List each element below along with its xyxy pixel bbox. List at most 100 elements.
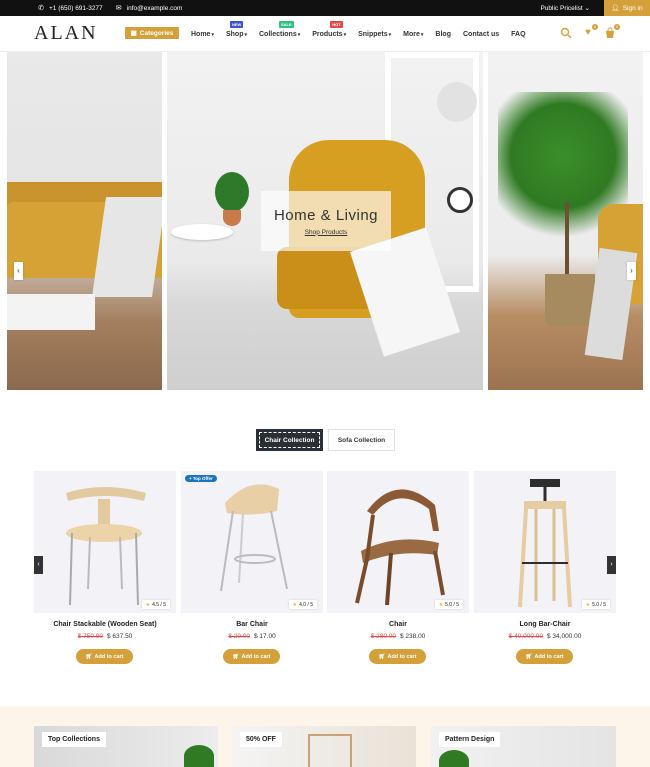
top-bar: ✆ +1 (650) 691-3277 ✉ info@example.com P… — [0, 0, 650, 16]
nav-item-home[interactable]: Home▾ — [191, 31, 214, 38]
cart-count: 0 — [614, 24, 620, 30]
main-nav: Home▾ NEW Shop▾ SALE Collections▾ HOT Produ… — [191, 16, 538, 52]
product-image[interactable]: ★ 4.5 / 5 — [34, 471, 176, 613]
product-card[interactable]: + Top Offer ★ 4.0 / 5 Bar Chair $ 20.00 $ … — [181, 471, 323, 671]
new-badge: NEW — [229, 20, 244, 28]
rating-value: 5.0 / 5 — [592, 601, 606, 608]
pricelist-dropdown[interactable]: Public Pricelist ⌄ — [540, 4, 590, 12]
nav-label: FAQ — [511, 30, 526, 38]
product-card[interactable]: ★ 5.0 / 5 Chair $ 280.00 $ 238.00 🛒︎ Add to… — [327, 471, 469, 671]
hero-slide-left-image — [7, 52, 162, 390]
banner-label: Pattern Design — [439, 732, 501, 747]
logo[interactable]: ALAN — [34, 22, 98, 45]
chevron-left-icon[interactable]: ‹ — [34, 556, 43, 574]
tab-chair-collection[interactable]: Chair Collection — [256, 429, 323, 451]
lamp-shape — [437, 82, 477, 122]
email-icon: ✉ — [115, 5, 122, 12]
rating-badge: ★ 4.5 / 5 — [141, 600, 170, 609]
hero-slide-right-image — [488, 52, 643, 390]
chevron-right-icon[interactable]: › — [607, 556, 616, 574]
user-icon: 👤︎ — [611, 5, 620, 12]
shop-products-link[interactable]: Shop Products — [305, 229, 348, 236]
nav-item-products[interactable]: HOT Products▾ — [312, 20, 347, 38]
phone-icon: ✆ — [38, 5, 44, 12]
banner-pattern-design[interactable]: Pattern Design — [431, 726, 616, 767]
chevron-down-icon: ▾ — [420, 31, 424, 38]
chair-stackable-illustration — [66, 487, 146, 606]
nav-label: Snippets — [358, 30, 388, 38]
product-prices: $ 750.00 $ 637.50 — [34, 633, 176, 640]
email-address[interactable]: info@example.com — [127, 5, 183, 12]
product-name[interactable]: Chair — [327, 621, 469, 628]
clock-shape — [447, 187, 473, 213]
add-to-cart-button[interactable]: 🛒︎ Add to cart — [76, 649, 133, 664]
banner-top-collections[interactable]: Top Collections — [34, 726, 218, 767]
nav-item-more[interactable]: More▾ — [403, 31, 423, 38]
nav-item-faq[interactable]: FAQ — [511, 31, 525, 38]
star-icon: ★ — [145, 601, 151, 608]
chevron-down-icon: ⌄ — [584, 5, 590, 12]
banner-50-off[interactable]: 50% OFF — [232, 726, 416, 767]
plant-pot-shape — [223, 210, 241, 226]
cart-icon[interactable]: 0 — [604, 24, 620, 39]
nav-item-snippets[interactable]: Snippets▾ — [358, 31, 391, 38]
top-offer-badge: + Top Offer — [185, 475, 217, 482]
side-table-shape — [171, 224, 233, 240]
add-to-cart-button[interactable]: 🛒︎ Add to cart — [223, 649, 280, 664]
chevron-down-icon: ▾ — [343, 31, 347, 38]
chevron-left-icon[interactable]: ‹ — [14, 262, 23, 280]
nav-label: Blog — [435, 30, 451, 38]
plant-shape — [184, 745, 214, 767]
categories-label: Categories — [139, 29, 174, 37]
product-name[interactable]: Long Bar-Chair — [474, 621, 616, 628]
nav-item-blog[interactable]: Blog — [435, 31, 451, 38]
product-image[interactable]: ★ 5.0 / 5 — [474, 471, 616, 613]
categories-button[interactable]: ▦ Categories — [125, 27, 179, 39]
rating-badge: ★ 5.0 / 5 — [434, 600, 463, 609]
frame-shape — [308, 734, 352, 767]
old-price: $ 20.00 — [228, 633, 250, 640]
product-card[interactable]: ★ 5.0 / 5 Long Bar-Chair $ 40,000.00 $ 34,… — [474, 471, 616, 671]
search-icon[interactable] — [560, 27, 572, 39]
nav-label: Home — [191, 30, 211, 38]
plant-shape — [215, 172, 249, 212]
phone-number[interactable]: +1 (650) 691-3277 — [49, 5, 103, 12]
product-image[interactable]: ★ 5.0 / 5 — [327, 471, 469, 613]
product-name[interactable]: Bar Chair — [181, 621, 323, 628]
product-image[interactable]: + Top Offer ★ 4.0 / 5 — [181, 471, 323, 613]
nav-label: More — [403, 30, 420, 38]
wooden-chair-illustration — [355, 489, 445, 606]
hot-badge: HOT — [330, 20, 343, 28]
nav-item-shop[interactable]: NEW Shop▾ — [226, 20, 247, 38]
add-to-cart-button[interactable]: 🛒︎ Add to cart — [369, 649, 426, 664]
product-prices: $ 280.00 $ 238.00 — [327, 633, 469, 640]
chevron-right-icon[interactable]: › — [627, 262, 636, 280]
hero-title: Home & Living — [273, 206, 379, 224]
long-bar-chair-illustration — [518, 479, 572, 608]
nav-item-collections[interactable]: SALE Collections▾ — [259, 20, 301, 38]
price: $ 637.50 — [107, 633, 133, 640]
chevron-down-icon: ▾ — [297, 31, 301, 38]
sign-in-button[interactable]: 👤︎ Sign in — [604, 0, 650, 16]
star-icon: ★ — [438, 601, 444, 608]
cart-icon: 🛒︎ — [85, 653, 93, 660]
rating-value: 4.5 / 5 — [152, 601, 166, 608]
tab-sofa-collection[interactable]: Sofa Collection — [328, 429, 395, 451]
banner-label: 50% OFF — [240, 732, 282, 747]
old-price: $ 280.00 — [370, 633, 396, 640]
wishlist-icon[interactable]: ♥ 0 — [582, 24, 598, 39]
nav-label: Products — [312, 30, 343, 38]
grid-icon: ▦ — [130, 30, 137, 37]
header-icons: ♥ 0 0 — [560, 24, 620, 39]
nav-item-contact-us[interactable]: Contact us — [463, 31, 499, 38]
add-to-cart-label: Add to cart — [241, 653, 271, 660]
add-to-cart-button[interactable]: 🛒︎ Add to cart — [516, 649, 573, 664]
nav-label: Contact us — [462, 30, 500, 38]
product-prices: $ 20.00 $ 17.00 — [181, 633, 323, 640]
product-prices: $ 40,000.00 $ 34,000.00 — [474, 633, 616, 640]
product-name[interactable]: Chair Stackable (Wooden Seat) — [34, 621, 176, 628]
basket-pot-shape — [545, 274, 595, 326]
price: $ 238.00 — [400, 633, 426, 640]
chevron-down-icon: ▾ — [211, 31, 214, 38]
product-card[interactable]: ★ 4.5 / 5 Chair Stackable (Wooden Seat) $… — [34, 471, 176, 671]
